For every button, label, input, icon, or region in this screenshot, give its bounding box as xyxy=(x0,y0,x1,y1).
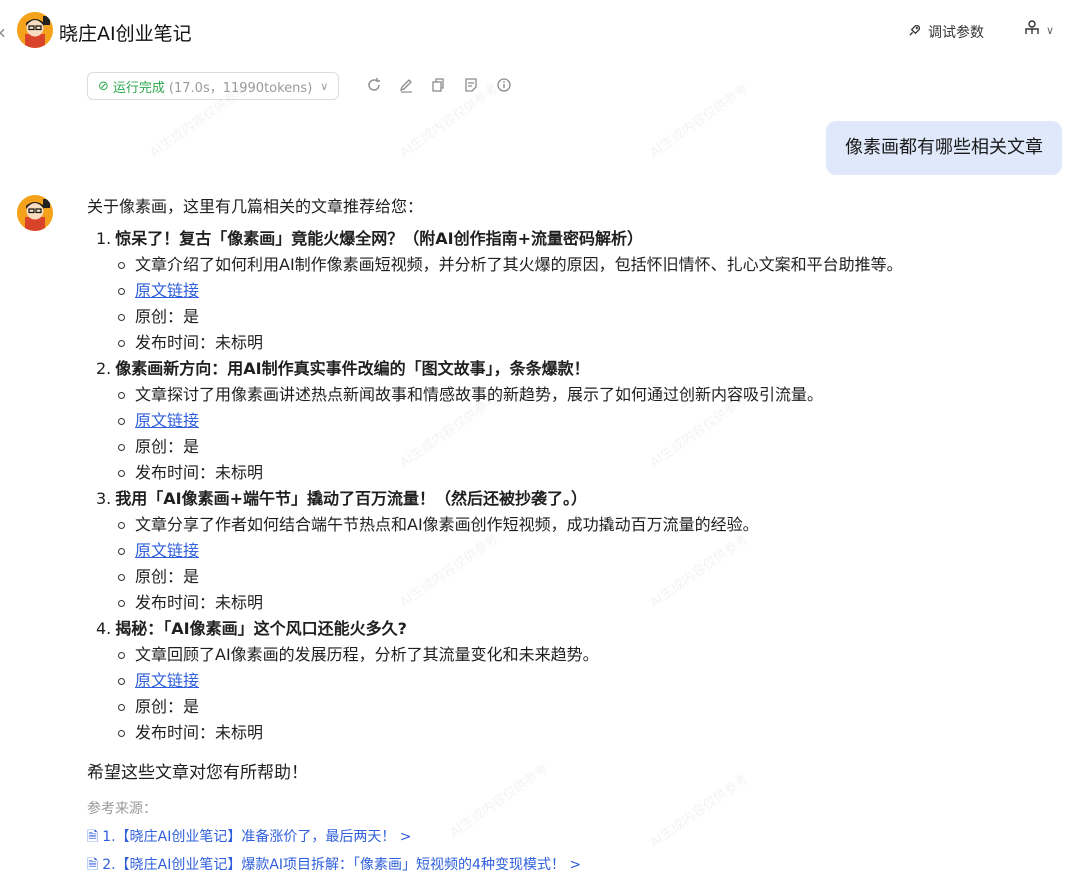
source-link[interactable]: 🗎 2.【晓庄AI创业笔记】爆款AI项目拆解：「像素画」短视频的4种变现模式！ > xyxy=(87,852,1067,878)
article-title: 我用「AI像素画+端午节」撬动了百万流量！（然后还被抄袭了。） xyxy=(115,489,588,508)
answer-intro: 关于像素画，这里有几篇相关的文章推荐给您： xyxy=(87,197,424,216)
back-chevron-icon[interactable]: ‹ xyxy=(0,20,6,44)
run-status-dropdown[interactable]: ⊘ 运行完成 (17.0s，11990tokens) ∨ xyxy=(87,72,340,100)
chevron-down-icon: ∨ xyxy=(320,79,329,93)
article-summary: 文章回顾了AI像素画的发展历程，分析了其流量变化和未来趋势。 xyxy=(117,642,1067,668)
watermark: AI生成内容仅供参考 xyxy=(647,81,752,161)
article-published: 发布时间：未标明 xyxy=(117,590,1067,616)
article-published: 发布时间：未标明 xyxy=(117,330,1067,356)
info-icon[interactable] xyxy=(495,77,513,95)
document-icon: 🗎 xyxy=(87,857,99,873)
edit-icon[interactable] xyxy=(397,77,415,95)
bot-title: 晓庄AI创业笔记 xyxy=(59,23,192,45)
bot-avatar xyxy=(17,12,53,48)
article-item: 2. 像素画新方向：用AI制作真实事件改编的「图文故事」，条条爆款！ 文章探讨了用… xyxy=(87,356,1067,486)
person-icon xyxy=(1024,20,1040,40)
user-message-bubble: 像素画都有哪些相关文章 xyxy=(826,121,1062,175)
check-circle-icon: ⊘ xyxy=(98,78,109,94)
article-original: 原创：是 xyxy=(117,564,1067,590)
note-icon[interactable] xyxy=(462,77,480,95)
answer-closing: 希望这些文章对您有所帮助！ xyxy=(87,763,308,783)
person-menu-button[interactable]: ∨ xyxy=(1024,20,1054,40)
run-status-meta: (17.0s，11990tokens) xyxy=(168,80,313,96)
debug-params-button[interactable]: 调试参数 xyxy=(907,22,984,42)
article-number: 3. xyxy=(96,489,112,508)
original-link[interactable]: 原文链接 xyxy=(135,671,199,690)
bot-avatar xyxy=(17,195,53,231)
rocket-icon xyxy=(907,23,922,42)
article-original: 原创：是 xyxy=(117,434,1067,460)
run-status-label: 运行完成 xyxy=(112,80,165,96)
article-title: 像素画新方向：用AI制作真实事件改编的「图文故事」，条条爆款！ xyxy=(115,359,590,378)
article-published: 发布时间：未标明 xyxy=(117,460,1067,486)
copy-icon[interactable] xyxy=(429,77,447,95)
refresh-icon[interactable] xyxy=(365,77,383,95)
article-summary: 文章介绍了如何利用AI制作像素画短视频，并分析了其火爆的原因，包括怀旧情怀、扎心… xyxy=(117,252,1067,278)
source-link[interactable]: 🗎 1.【晓庄AI创业笔记】准备涨价了，最后两天！ > xyxy=(87,824,1067,850)
article-number: 4. xyxy=(96,619,112,638)
article-title: 惊呆了！复古「像素画」竟能火爆全网？（附AI创作指南+流量密码解析） xyxy=(115,229,644,248)
article-original: 原创：是 xyxy=(117,304,1067,330)
article-summary: 文章探讨了用像素画讲述热点新闻故事和情感故事的新趋势，展示了如何通过创新内容吸引… xyxy=(117,382,1067,408)
chevron-down-icon: ∨ xyxy=(1045,23,1054,37)
original-link[interactable]: 原文链接 xyxy=(135,411,199,430)
debug-params-label: 调试参数 xyxy=(928,25,984,41)
article-list: 1. 惊呆了！复古「像素画」竟能火爆全网？（附AI创作指南+流量密码解析） 文章介… xyxy=(87,226,1067,746)
document-icon: 🗎 xyxy=(87,829,99,845)
assistant-answer: 关于像素画，这里有几篇相关的文章推荐给您： 1. 惊呆了！复古「像素画」竟能火爆全… xyxy=(87,194,1067,878)
article-published: 发布时间：未标明 xyxy=(117,720,1067,746)
article-item: 1. 惊呆了！复古「像素画」竟能火爆全网？（附AI创作指南+流量密码解析） 文章介… xyxy=(87,226,1067,356)
original-link[interactable]: 原文链接 xyxy=(135,541,199,560)
article-original: 原创：是 xyxy=(117,694,1067,720)
article-summary: 文章分享了作者如何结合端午节热点和AI像素画创作短视频，成功撬动百万流量的经验。 xyxy=(117,512,1067,538)
article-title: 揭秘：「AI像素画」这个风口还能火多久? xyxy=(115,619,407,638)
article-number: 2. xyxy=(96,359,112,378)
article-item: 3. 我用「AI像素画+端午节」撬动了百万流量！（然后还被抄袭了。） 文章分享了作… xyxy=(87,486,1067,616)
article-item: 4. 揭秘：「AI像素画」这个风口还能火多久? 文章回顾了AI像素画的发展历程，分… xyxy=(87,616,1067,746)
sources-label: 参考来源： xyxy=(87,801,157,817)
original-link[interactable]: 原文链接 xyxy=(135,281,199,300)
article-number: 1. xyxy=(96,229,112,248)
